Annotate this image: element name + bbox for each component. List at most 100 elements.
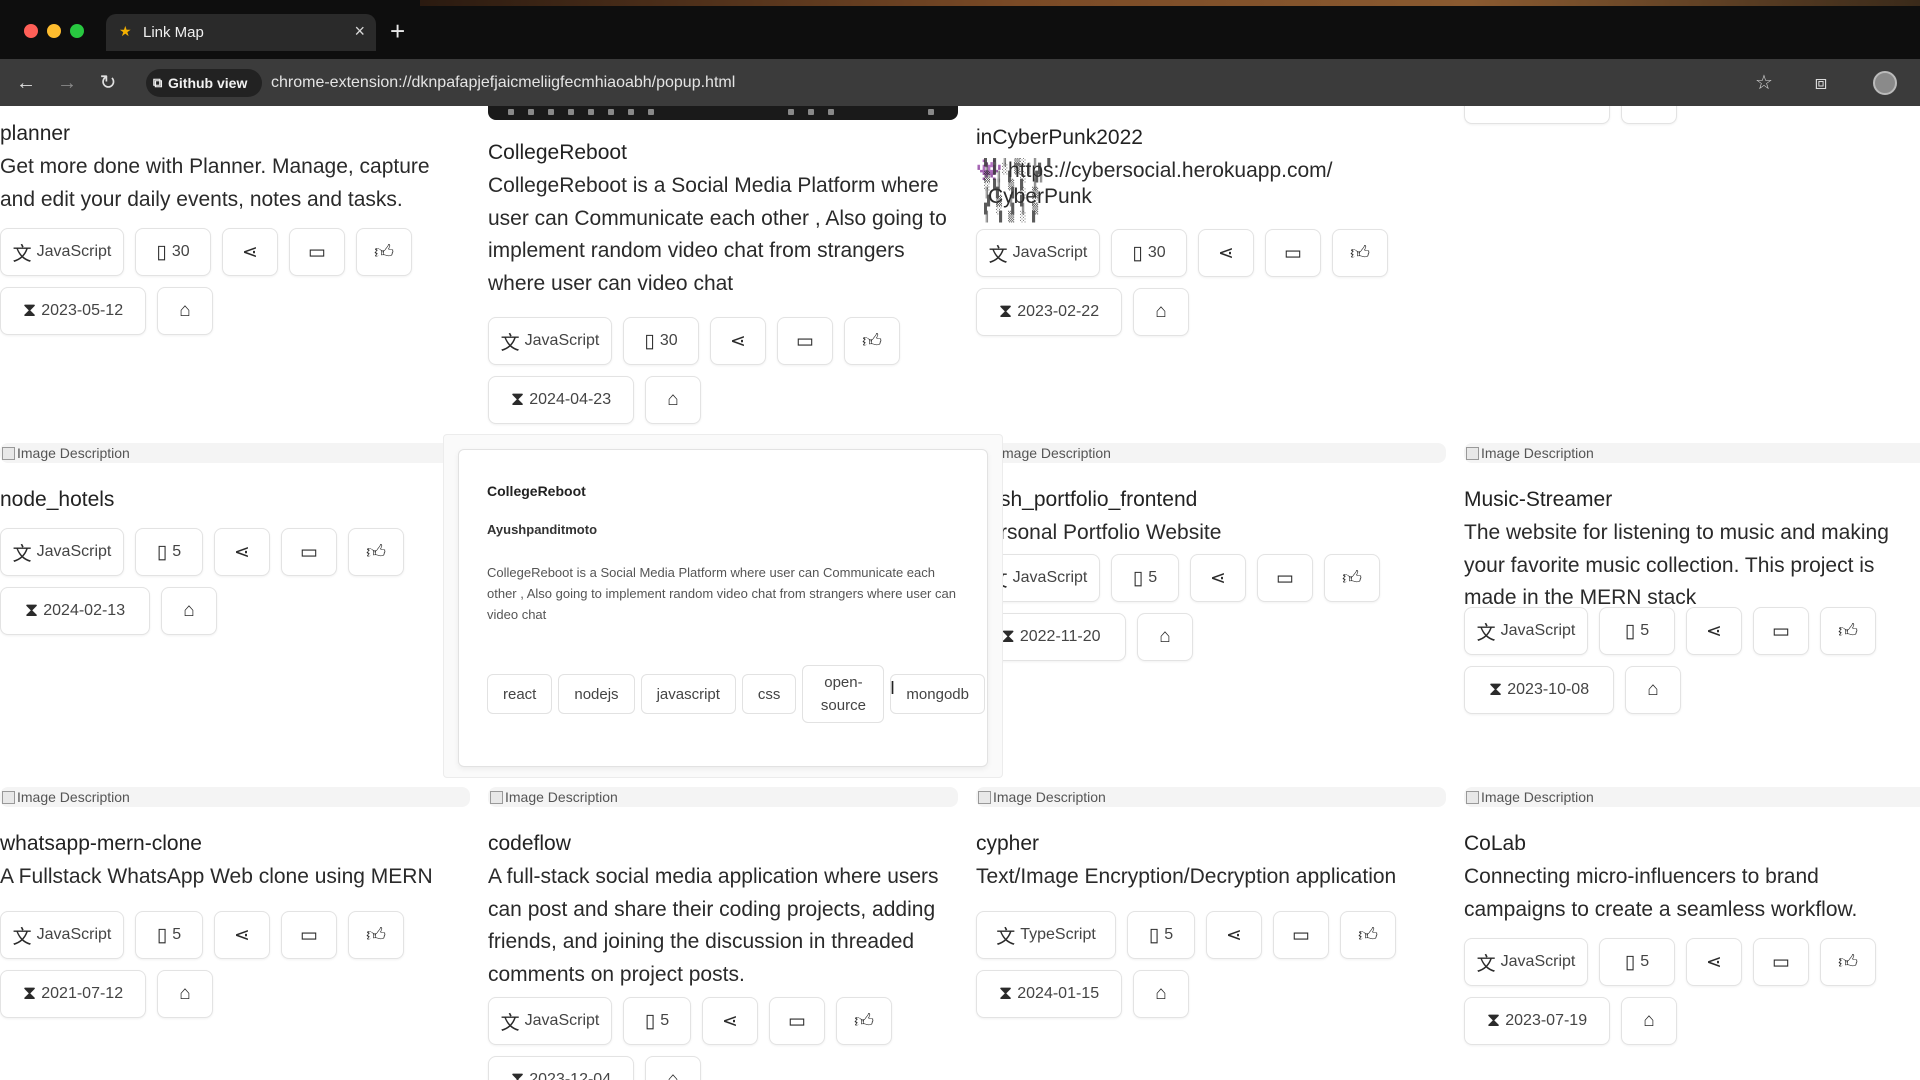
comment-button[interactable]: ▭ [281, 528, 337, 576]
profile-avatar[interactable] [1873, 71, 1897, 95]
url-text[interactable]: chrome-extension://dknpafapjefjaicmeliig… [271, 74, 735, 92]
language-badge[interactable]: 文JavaScript [976, 229, 1100, 277]
repo-title[interactable]: cypher [976, 830, 1446, 858]
share-button[interactable]: ⋖ [1686, 607, 1742, 655]
topic-tag[interactable]: open-source [802, 665, 885, 723]
stars-count[interactable]: ▯ 30 [135, 228, 211, 276]
comment-button[interactable]: ▭ [1265, 229, 1321, 277]
like-button[interactable]: 👍︎ [836, 997, 892, 1045]
store-button[interactable]: ⌂ [1625, 666, 1681, 714]
like-button[interactable]: 👍︎ [348, 911, 404, 959]
store-button[interactable]: ⌂ [157, 287, 213, 335]
stars-count[interactable]: ▯ 5 [1127, 911, 1195, 959]
language-badge[interactable]: 文JavaScript [0, 528, 124, 576]
like-button[interactable]: 👍︎ [1324, 554, 1380, 602]
share-button[interactable]: ⋖ [222, 228, 278, 276]
site-info-chip[interactable]: ⧉ Github view [146, 69, 262, 97]
stars-count[interactable]: ▯ 5 [1599, 607, 1675, 655]
bookmark-star-icon[interactable]: ☆ [1750, 69, 1778, 97]
topic-tag[interactable]: mongodb [890, 674, 985, 714]
address-bar[interactable]: ⧉ Github view chrome-extension://dknpafa… [142, 66, 1782, 100]
repo-title[interactable]: Music-Streamer [1464, 486, 1920, 514]
comment-button[interactable]: ▭ [777, 317, 833, 365]
share-button[interactable]: ⋖ [710, 317, 766, 365]
store-button[interactable]: ⌂ [1621, 997, 1677, 1045]
comment-button[interactable]: ▭ [1257, 554, 1313, 602]
share-icon: ⋖ [730, 330, 746, 352]
tab-close-icon[interactable]: × [354, 21, 365, 42]
comment-button[interactable]: ▭ [1753, 607, 1809, 655]
store-icon: ⌂ [1155, 301, 1167, 322]
card-meta: ⧗ 2024-04-23 ⌂ [488, 376, 701, 424]
store-button[interactable]: ⌂ [1137, 613, 1193, 661]
topic-tag[interactable]: react [487, 674, 553, 714]
comment-button[interactable]: ▭ [1753, 938, 1809, 986]
comment-button[interactable]: ▭ [769, 997, 825, 1045]
repo-title[interactable]: sh_portfolio_frontend [1000, 486, 1440, 514]
reload-icon[interactable]: ↻ [94, 69, 122, 97]
stars-count[interactable]: ▯ 5 [623, 997, 691, 1045]
popover-author[interactable]: Ayushpanditmoto [487, 522, 597, 537]
share-button[interactable]: ⋖ [214, 911, 270, 959]
language-badge[interactable]: 文 TypeScript [976, 911, 1116, 959]
share-button[interactable]: ⋖ [1206, 911, 1262, 959]
back-arrow-icon[interactable]: ← [12, 69, 40, 97]
window-minimize-button[interactable] [47, 24, 61, 38]
comment-button[interactable]: ▭ [281, 911, 337, 959]
topic-tag[interactable]: nodejs [558, 674, 635, 714]
share-button[interactable]: ⋖ [1190, 554, 1246, 602]
repo-title[interactable]: planner [0, 120, 470, 148]
like-button[interactable]: 👍︎ [356, 228, 412, 276]
card-meta: ⧗ 2023-05-12 ⌂ [0, 287, 213, 335]
language-badge[interactable]: 文JavaScript [1464, 938, 1588, 986]
like-button[interactable]: 👍︎ [844, 317, 900, 365]
like-button[interactable]: 👍︎ [1332, 229, 1388, 277]
topic-tag[interactable]: javascript [640, 674, 736, 714]
store-button[interactable]: ⌂ [157, 970, 213, 1018]
language-badge[interactable]: 文JavaScript [0, 228, 124, 276]
like-button[interactable]: 👍︎ [1340, 911, 1396, 959]
stars-count[interactable]: ▯ 5 [135, 528, 203, 576]
store-button[interactable]: ⌂ [645, 376, 701, 424]
store-button[interactable]: ⌂ [161, 587, 217, 635]
share-button[interactable]: ⋖ [702, 997, 758, 1045]
repo-title[interactable]: inCyberPunk2022 [976, 124, 1446, 152]
like-button[interactable]: 👍︎ [1820, 607, 1876, 655]
comment-button[interactable]: ▭ [1273, 911, 1329, 959]
store-button[interactable]: ⌂ [1133, 288, 1189, 336]
share-button[interactable]: ⋖ [214, 528, 270, 576]
share-button[interactable]: ⋖ [1686, 938, 1742, 986]
window-zoom-button[interactable] [70, 24, 84, 38]
like-button[interactable]: 👍︎ [348, 528, 404, 576]
stars-count[interactable]: ▯ 30 [623, 317, 699, 365]
store-button[interactable]: ⌂ [1133, 970, 1189, 1018]
browser-toolbar: ← → ↻ ⧉ Github view chrome-extension://d… [0, 59, 1920, 106]
topic-tag[interactable]: css [741, 674, 797, 714]
repo-title[interactable]: CollegeReboot [488, 139, 963, 167]
comments-icon: ▭ [796, 330, 814, 352]
new-tab-button[interactable]: + [390, 16, 405, 46]
stars-count[interactable]: ▯ 5 [1111, 554, 1179, 602]
language-badge[interactable]: 文JavaScript [488, 997, 612, 1045]
extensions-icon[interactable]: ⧈ [1807, 69, 1835, 97]
language-badge[interactable]: 文JavaScript [488, 317, 612, 365]
browser-tab-active[interactable]: ★ Link Map × [106, 14, 376, 51]
language-badge[interactable]: 文JavaScript [0, 911, 124, 959]
comments-icon: ▭ [300, 541, 318, 563]
like-button[interactable]: 👍︎ [1820, 938, 1876, 986]
repo-title[interactable]: node_hotels [0, 486, 470, 514]
repo-title[interactable]: codeflow [488, 830, 963, 858]
language-badge[interactable]: 文JavaScript [1464, 607, 1588, 655]
card-image-placeholder: Image Description [1464, 787, 1920, 807]
stars-count[interactable]: ▯ 5 [135, 911, 203, 959]
share-button[interactable]: ⋖ [1198, 229, 1254, 277]
store-button[interactable]: ⌂ [645, 1056, 701, 1080]
window-close-button[interactable] [24, 24, 38, 38]
store-button[interactable]: ⌂ [1621, 106, 1677, 124]
comment-button[interactable]: ▭ [289, 228, 345, 276]
forward-arrow-icon[interactable]: → [53, 69, 81, 97]
repo-title[interactable]: CoLab [1464, 830, 1920, 858]
repo-title[interactable]: whatsapp-mern-clone [0, 830, 470, 858]
stars-count[interactable]: ▯ 30 [1111, 229, 1187, 277]
stars-count[interactable]: ▯ 5 [1599, 938, 1675, 986]
